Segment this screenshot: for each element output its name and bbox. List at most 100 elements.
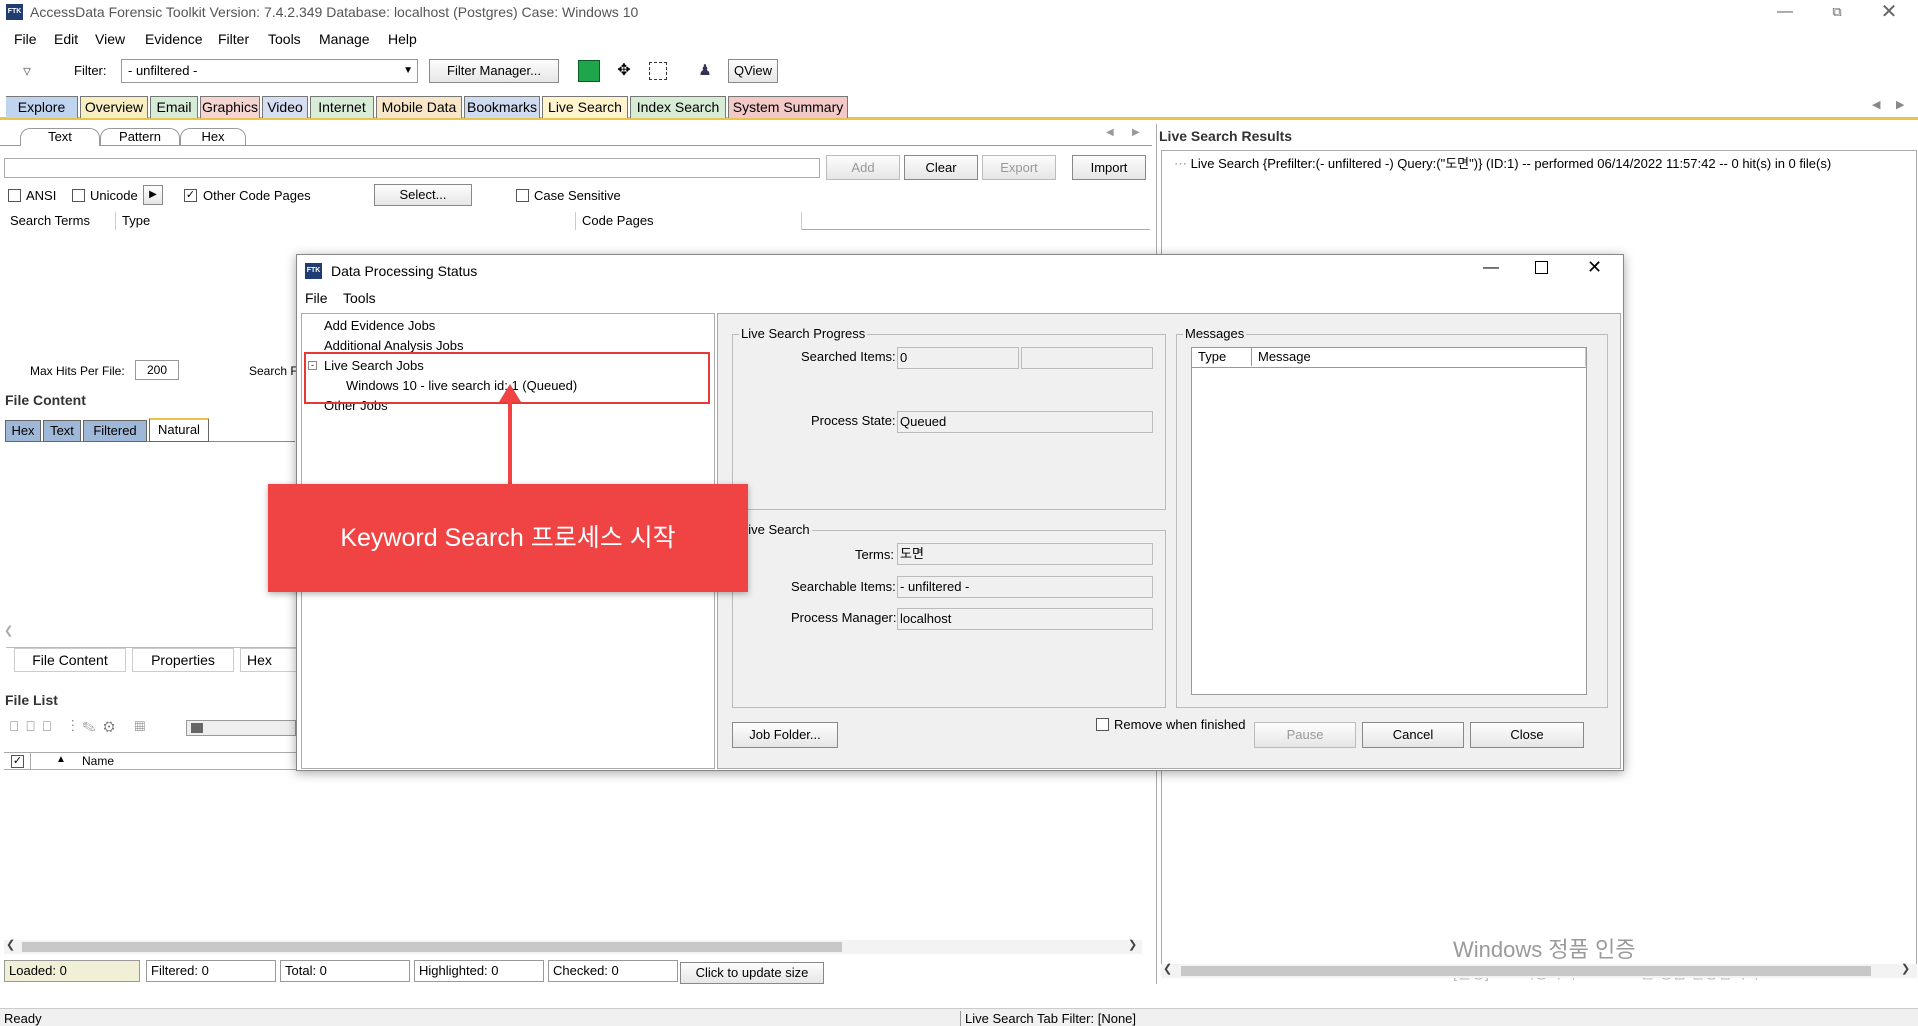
scroll-right-icon[interactable]: ❯ — [1128, 938, 1137, 951]
menu-evidence[interactable]: Evidence — [145, 31, 203, 47]
tab-index-search[interactable]: Index Search — [630, 96, 726, 118]
col-code-pages[interactable]: Code Pages — [576, 212, 802, 230]
case-sensitive-checkbox[interactable] — [516, 189, 529, 202]
tab-internet[interactable]: Internet — [310, 96, 374, 118]
results-scroll-left-icon[interactable]: ❮ — [1163, 962, 1172, 975]
export-button[interactable]: Export — [982, 155, 1056, 180]
examiners-icon[interactable]: ♟ — [694, 60, 716, 82]
qview-button[interactable]: QView — [728, 59, 778, 83]
panel-right-arrow-icon[interactable]: ▶ — [1132, 127, 1140, 138]
hscroll-left-icon[interactable]: ❮ — [4, 624, 13, 637]
tab-explore[interactable]: Explore — [6, 96, 78, 118]
dialog-menu-tools[interactable]: Tools — [343, 290, 376, 306]
green-box-icon[interactable] — [578, 60, 600, 82]
chevron-down-icon: ▼ — [403, 65, 413, 76]
results-scroll-thumb[interactable] — [1181, 966, 1871, 976]
menu-manage[interactable]: Manage — [319, 31, 370, 47]
process-state-label: Process State: — [811, 413, 896, 428]
tab-hex-content[interactable]: Hex — [5, 420, 41, 442]
col-type[interactable]: Type — [116, 212, 576, 230]
tab-live-search[interactable]: Live Search — [542, 96, 628, 118]
results-hscrollbar[interactable]: ❮ ❯ — [1161, 962, 1917, 978]
unicode-checkbox[interactable] — [72, 189, 85, 202]
tab-natural-content[interactable]: Natural — [149, 418, 209, 442]
activation-watermark-title: Windows 정품 인증 — [1453, 937, 1636, 962]
highlighted-count: Highlighted: 0 — [414, 960, 544, 982]
tab-properties[interactable]: Properties — [132, 648, 234, 672]
scroll-thumb[interactable] — [22, 942, 842, 952]
terms-label: Terms: — [855, 547, 894, 562]
move-arrows-icon[interactable]: ✥ — [613, 60, 635, 82]
max-hits-input[interactable]: 200 — [135, 360, 179, 380]
tab-bookmarks[interactable]: Bookmarks — [464, 96, 540, 118]
panel-left-arrow-icon[interactable]: ◀ — [1106, 127, 1114, 138]
result-entry[interactable]: ⋯ Live Search {Prefilter:(- unfiltered -… — [1174, 153, 1914, 172]
search-term-input[interactable] — [4, 158, 820, 178]
select-code-pages-button[interactable]: Select... — [374, 184, 472, 206]
dialog-menu-bar: File Tools — [297, 287, 1623, 309]
tab-email[interactable]: Email — [150, 96, 198, 118]
process-manager-label: Process Manager: — [791, 610, 897, 625]
col-message-type[interactable]: Type — [1192, 348, 1252, 366]
funnel-filter-icon[interactable]: ▿ — [16, 60, 38, 82]
result-entry-text: Live Search {Prefilter:(- unfiltered -) … — [1190, 156, 1832, 171]
add-button[interactable]: Add — [826, 155, 900, 180]
remove-when-finished-checkbox[interactable] — [1096, 718, 1109, 731]
other-code-pages-checkbox[interactable]: ✓ — [184, 189, 197, 202]
menu-edit[interactable]: Edit — [54, 31, 78, 47]
tree-additional-analysis-jobs[interactable]: Additional Analysis Jobs — [324, 338, 463, 353]
tab-overview[interactable]: Overview — [80, 96, 148, 118]
file-list-hscrollbar[interactable]: ❮ ❯ — [4, 938, 1142, 954]
tabs-left-arrow-icon[interactable]: ◀ — [1872, 98, 1880, 111]
restore-icon[interactable]: ⧉ — [1814, 0, 1860, 26]
tree-add-evidence-jobs[interactable]: Add Evidence Jobs — [324, 318, 435, 333]
filter-manager-button[interactable]: Filter Manager... — [429, 59, 559, 83]
menu-filter[interactable]: Filter — [218, 31, 249, 47]
live-search-group-label: Live Search — [739, 522, 812, 537]
ansi-checkbox[interactable] — [8, 189, 21, 202]
tab-hex[interactable]: Hex — [180, 128, 246, 146]
tab-text-content[interactable]: Text — [43, 420, 81, 442]
tab-pattern[interactable]: Pattern — [100, 128, 180, 146]
tab-text[interactable]: Text — [20, 128, 100, 146]
messages-header: Type Message — [1192, 348, 1586, 368]
unicode-options-play-icon[interactable]: ▶ — [143, 185, 163, 205]
col-name[interactable]: Name — [82, 754, 114, 768]
selection-box-icon[interactable] — [649, 62, 667, 80]
update-size-button[interactable]: Click to update size — [680, 962, 824, 984]
pause-button[interactable]: Pause — [1254, 722, 1356, 748]
menu-tools[interactable]: Tools — [268, 31, 301, 47]
minimize-icon[interactable]: — — [1762, 0, 1808, 26]
live-search-results-title: Live Search Results — [1159, 128, 1293, 144]
tab-file-content-bottom[interactable]: File Content — [14, 648, 126, 672]
col-message[interactable]: Message — [1252, 348, 1586, 366]
tab-video[interactable]: Video — [262, 96, 308, 118]
clear-button[interactable]: Clear — [904, 155, 978, 180]
case-sensitive-label: Case Sensitive — [534, 188, 621, 203]
menu-file[interactable]: File — [14, 31, 37, 47]
tab-system-summary[interactable]: System Summary — [728, 96, 848, 118]
job-folder-button[interactable]: Job Folder... — [732, 722, 838, 748]
close-dialog-button[interactable]: Close — [1470, 722, 1584, 748]
cancel-button[interactable]: Cancel — [1362, 722, 1464, 748]
dialog-maximize-icon[interactable] — [1535, 261, 1548, 274]
tabs-right-arrow-icon[interactable]: ▶ — [1896, 98, 1904, 111]
status-tab-filter: Live Search Tab Filter: [None] — [960, 1011, 1136, 1026]
dialog-close-icon[interactable]: ✕ — [1587, 257, 1602, 278]
select-all-checkbox[interactable]: ✓ — [11, 755, 24, 768]
tab-hex-interpreter[interactable]: Hex Inte — [240, 648, 300, 672]
dialog-menu-file[interactable]: File — [305, 290, 328, 306]
tab-graphics[interactable]: Graphics — [200, 96, 260, 118]
live-search-group: Live Search Terms: 도면 Searchable Items: … — [732, 522, 1166, 708]
close-window-icon[interactable]: ✕ — [1866, 0, 1912, 26]
menu-view[interactable]: View — [95, 31, 125, 47]
import-button[interactable]: Import — [1072, 155, 1146, 180]
results-scroll-right-icon[interactable]: ❯ — [1901, 962, 1910, 975]
scroll-left-icon[interactable]: ❮ — [6, 938, 15, 951]
tab-filtered-content[interactable]: Filtered — [83, 420, 147, 442]
tab-mobile-data[interactable]: Mobile Data — [376, 96, 462, 118]
dialog-minimize-icon[interactable]: — — [1483, 259, 1499, 277]
col-search-terms[interactable]: Search Terms — [4, 212, 116, 230]
filter-dropdown[interactable]: - unfiltered - ▼ — [121, 59, 418, 83]
menu-help[interactable]: Help — [388, 31, 417, 47]
